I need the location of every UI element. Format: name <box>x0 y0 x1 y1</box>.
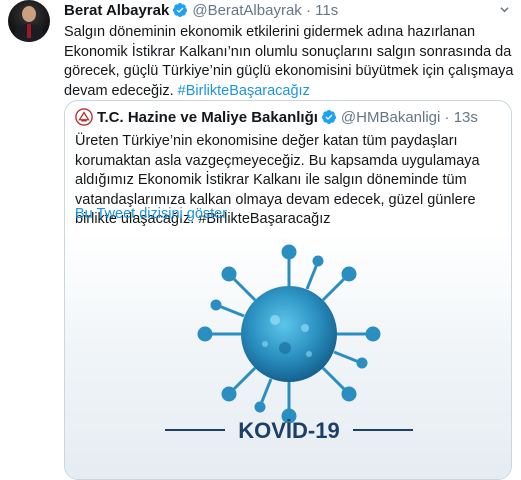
verified-badge-icon <box>173 3 188 17</box>
coronavirus-illustration: KOVİD-19 <box>165 244 413 443</box>
avatar[interactable] <box>8 0 50 42</box>
separator-dot: · <box>444 109 450 126</box>
quoted-tweet-header: T.C. Hazine ve Maliye Bakanlığı @HMBakanl… <box>75 108 478 128</box>
chevron-down-icon[interactable] <box>500 5 509 14</box>
verified-badge-icon <box>321 110 336 124</box>
quoted-tweet-time[interactable]: 13s <box>454 109 478 126</box>
quoted-tweet-card[interactable]: T.C. Hazine ve Maliye Bakanlığı @HMBakanl… <box>64 100 512 480</box>
tweet-time[interactable]: 11s <box>315 2 338 19</box>
hashtag-link[interactable]: #BirlikteBaşaracağız <box>178 83 310 99</box>
show-thread-link[interactable]: Bu Tweet dizisini göster <box>75 206 227 222</box>
tweet-header: Berat Albayrak @BeratAlbayrak · 11s <box>64 2 338 20</box>
author-handle[interactable]: @BeratAlbayrak <box>192 2 301 19</box>
tweet-text: Salgın döneminin ekonomik etkilerini gid… <box>64 23 514 101</box>
quoted-tweet-media[interactable]: KOVİD-19 <box>65 234 511 479</box>
ministry-logo-icon <box>75 108 93 126</box>
quoted-author-handle[interactable]: @HMBakanligi <box>341 109 440 126</box>
separator-dot: · <box>305 2 311 19</box>
virus-icon <box>197 244 381 424</box>
quoted-author-name[interactable]: T.C. Hazine ve Maliye Bakanlığı <box>97 109 318 126</box>
author-name[interactable]: Berat Albayrak <box>64 2 169 19</box>
media-caption: KOVİD-19 <box>238 418 339 443</box>
